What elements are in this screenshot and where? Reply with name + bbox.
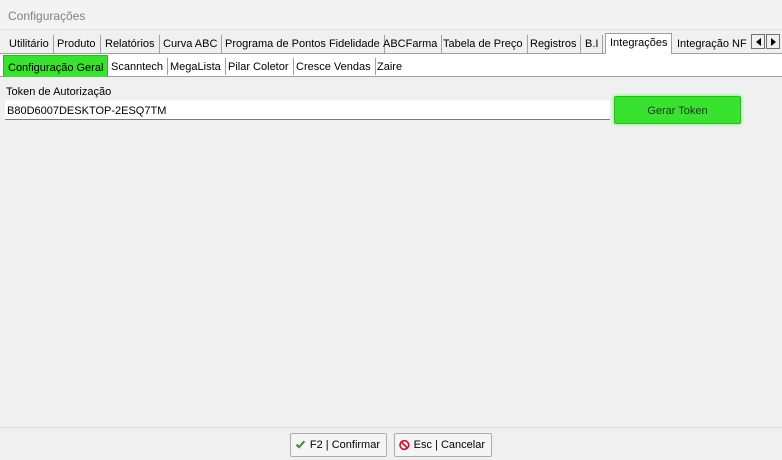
tab-utilitario[interactable]: Utilitário (5, 35, 54, 53)
dialog-footer: F2 | Confirmar Esc | Cancelar (0, 427, 782, 460)
title-bar: Configurações (0, 0, 782, 30)
token-input[interactable] (5, 100, 610, 120)
cancel-button[interactable]: Esc | Cancelar (394, 433, 492, 457)
tab-registros[interactable]: Registros (526, 35, 582, 53)
arrow-left-icon (755, 37, 761, 46)
no-entry-icon (399, 439, 410, 451)
checkmark-icon (295, 440, 306, 449)
subtab-megalista[interactable]: MegaLista (166, 58, 226, 75)
window-title: Configurações (8, 9, 86, 23)
tab-integracoes[interactable]: Integrações (605, 33, 673, 54)
tab-tabela-de-preco[interactable]: Tabela de Preço (439, 35, 528, 53)
primary-tab-strip: Utilitário Produto Relatórios Curva ABC … (3, 33, 780, 54)
config-geral-panel: Token de Autorização Gerar Token (0, 77, 782, 427)
tab-curva-abc[interactable]: Curva ABC (159, 35, 223, 53)
tab-relatorios[interactable]: Relatórios (101, 35, 160, 53)
subtab-scanntech[interactable]: Scanntech (107, 58, 168, 75)
secondary-tab-strip: Configuração Geral Scanntech MegaLista P… (0, 54, 782, 77)
confirm-button-label: F2 | Confirmar (309, 439, 380, 451)
arrow-right-icon (770, 37, 776, 46)
token-label: Token de Autorização (6, 86, 112, 98)
settings-window: Configurações Utilitário Produto Relatór… (0, 0, 782, 460)
subtab-pilar-coletor[interactable]: Pilar Coletor (224, 58, 294, 75)
tabs-scroll-left-button[interactable] (751, 34, 765, 49)
cancel-button-label: Esc | Cancelar (413, 439, 485, 451)
subtab-zaire[interactable]: Zaire (373, 58, 406, 75)
confirm-button[interactable]: F2 | Confirmar (290, 433, 387, 457)
subtab-configuracao-geral[interactable]: Configuração Geral (3, 55, 109, 77)
subtab-cresce-vendas[interactable]: Cresce Vendas (292, 58, 376, 75)
tab-programa-pontos-fidelidade[interactable]: Programa de Pontos Fidelidade (221, 35, 385, 53)
tabs-scroll-right-button[interactable] (766, 34, 780, 49)
generate-token-button[interactable]: Gerar Token (614, 96, 741, 124)
tab-produto[interactable]: Produto (53, 35, 101, 53)
tab-bi[interactable]: B.I (581, 35, 604, 53)
tab-integracao-nf[interactable]: Integração NF (673, 35, 751, 53)
tab-abcfarma[interactable]: ABCFarma (379, 35, 443, 53)
